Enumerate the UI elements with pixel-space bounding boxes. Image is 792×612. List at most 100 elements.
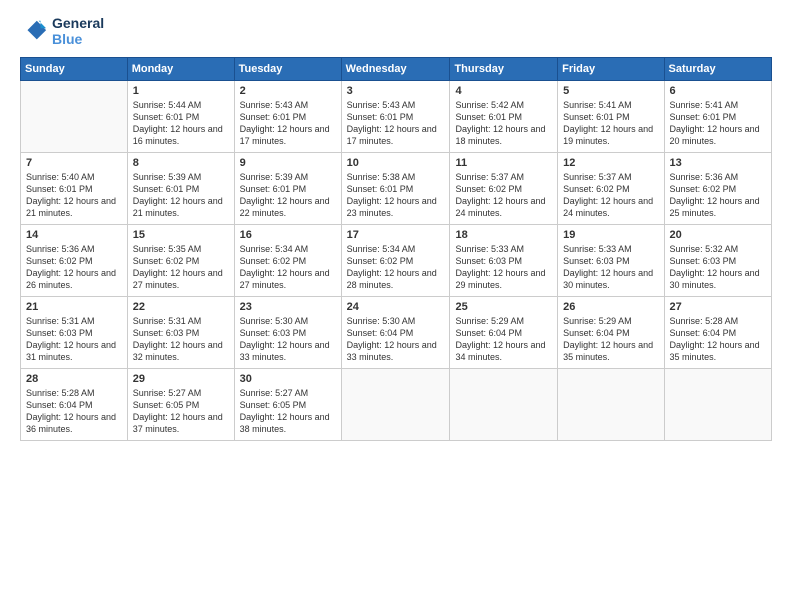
day-info: Sunrise: 5:33 AM Sunset: 6:03 PM Dayligh… xyxy=(563,243,658,292)
logo: General Blue xyxy=(20,15,104,47)
day-number: 8 xyxy=(133,157,229,169)
calendar-cell: 24 Sunrise: 5:30 AM Sunset: 6:04 PM Dayli… xyxy=(341,297,450,369)
calendar-cell: 23 Sunrise: 5:30 AM Sunset: 6:03 PM Dayli… xyxy=(234,297,341,369)
day-number: 15 xyxy=(133,229,229,241)
day-number: 9 xyxy=(240,157,336,169)
day-number: 17 xyxy=(347,229,445,241)
day-info: Sunrise: 5:29 AM Sunset: 6:04 PM Dayligh… xyxy=(563,315,658,364)
calendar-cell: 11 Sunrise: 5:37 AM Sunset: 6:02 PM Dayli… xyxy=(450,153,558,225)
day-number: 27 xyxy=(670,301,766,313)
day-number: 2 xyxy=(240,85,336,97)
day-number: 30 xyxy=(240,373,336,385)
day-number: 24 xyxy=(347,301,445,313)
calendar-cell: 8 Sunrise: 5:39 AM Sunset: 6:01 PM Daylig… xyxy=(127,153,234,225)
logo-icon xyxy=(20,17,48,45)
day-number: 26 xyxy=(563,301,658,313)
calendar-cell: 17Sunrise: 5:34 AM Sunset: 6:02 PM Dayli… xyxy=(341,225,450,297)
page: General Blue SundayMondayTuesdayWednesda… xyxy=(0,0,792,612)
calendar-cell: 4 Sunrise: 5:42 AM Sunset: 6:01 PM Daylig… xyxy=(450,81,558,153)
day-info: Sunrise: 5:41 AM Sunset: 6:01 PM Dayligh… xyxy=(563,99,658,148)
day-info: Sunrise: 5:42 AM Sunset: 6:01 PM Dayligh… xyxy=(455,99,552,148)
weekday-header: Saturday xyxy=(664,58,771,81)
calendar-cell: 3 Sunrise: 5:43 AM Sunset: 6:01 PM Daylig… xyxy=(341,81,450,153)
calendar-cell: 12Sunrise: 5:37 AM Sunset: 6:02 PM Dayli… xyxy=(558,153,664,225)
day-number: 3 xyxy=(347,85,445,97)
day-info: Sunrise: 5:35 AM Sunset: 6:02 PM Dayligh… xyxy=(133,243,229,292)
day-info: Sunrise: 5:38 AM Sunset: 6:01 PM Dayligh… xyxy=(347,171,445,220)
calendar-week-row: 1 Sunrise: 5:44 AM Sunset: 6:01 PM Daylig… xyxy=(21,81,772,153)
day-number: 11 xyxy=(455,157,552,169)
day-number: 25 xyxy=(455,301,552,313)
day-number: 1 xyxy=(133,85,229,97)
day-number: 19 xyxy=(563,229,658,241)
calendar-week-row: 28 Sunrise: 5:28 AM Sunset: 6:04 PM Dayli… xyxy=(21,369,772,441)
calendar-table: SundayMondayTuesdayWednesdayThursdayFrid… xyxy=(20,57,772,441)
calendar-cell: 13 Sunrise: 5:36 AM Sunset: 6:02 PM Dayli… xyxy=(664,153,771,225)
calendar-week-row: 14 Sunrise: 5:36 AM Sunset: 6:02 PM Dayli… xyxy=(21,225,772,297)
calendar-cell: 29 Sunrise: 5:27 AM Sunset: 6:05 PM Dayli… xyxy=(127,369,234,441)
day-info: Sunrise: 5:28 AM Sunset: 6:04 PM Dayligh… xyxy=(26,387,122,436)
calendar-cell: 9 Sunrise: 5:39 AM Sunset: 6:01 PM Daylig… xyxy=(234,153,341,225)
day-info: Sunrise: 5:30 AM Sunset: 6:04 PM Dayligh… xyxy=(347,315,445,364)
day-info: Sunrise: 5:43 AM Sunset: 6:01 PM Dayligh… xyxy=(347,99,445,148)
day-info: Sunrise: 5:31 AM Sunset: 6:03 PM Dayligh… xyxy=(26,315,122,364)
calendar-cell: 28 Sunrise: 5:28 AM Sunset: 6:04 PM Dayli… xyxy=(21,369,128,441)
day-number: 14 xyxy=(26,229,122,241)
calendar-cell: 30 Sunrise: 5:27 AM Sunset: 6:05 PM Dayli… xyxy=(234,369,341,441)
day-info: Sunrise: 5:39 AM Sunset: 6:01 PM Dayligh… xyxy=(240,171,336,220)
weekday-header: Monday xyxy=(127,58,234,81)
calendar-cell: 1 Sunrise: 5:44 AM Sunset: 6:01 PM Daylig… xyxy=(127,81,234,153)
day-number: 28 xyxy=(26,373,122,385)
calendar-cell: 7 Sunrise: 5:40 AM Sunset: 6:01 PM Daylig… xyxy=(21,153,128,225)
day-info: Sunrise: 5:37 AM Sunset: 6:02 PM Dayligh… xyxy=(563,171,658,220)
day-info: Sunrise: 5:31 AM Sunset: 6:03 PM Dayligh… xyxy=(133,315,229,364)
calendar-cell: 22Sunrise: 5:31 AM Sunset: 6:03 PM Dayli… xyxy=(127,297,234,369)
calendar-cell: 10Sunrise: 5:38 AM Sunset: 6:01 PM Dayli… xyxy=(341,153,450,225)
day-info: Sunrise: 5:29 AM Sunset: 6:04 PM Dayligh… xyxy=(455,315,552,364)
day-info: Sunrise: 5:27 AM Sunset: 6:05 PM Dayligh… xyxy=(240,387,336,436)
calendar-cell xyxy=(21,81,128,153)
calendar-cell: 21 Sunrise: 5:31 AM Sunset: 6:03 PM Dayli… xyxy=(21,297,128,369)
day-info: Sunrise: 5:37 AM Sunset: 6:02 PM Dayligh… xyxy=(455,171,552,220)
logo-text: General Blue xyxy=(52,15,104,47)
weekday-header: Friday xyxy=(558,58,664,81)
header: General Blue xyxy=(20,15,772,47)
day-number: 29 xyxy=(133,373,229,385)
day-number: 21 xyxy=(26,301,122,313)
day-info: Sunrise: 5:36 AM Sunset: 6:02 PM Dayligh… xyxy=(670,171,766,220)
day-number: 4 xyxy=(455,85,552,97)
calendar-cell xyxy=(558,369,664,441)
weekday-header: Tuesday xyxy=(234,58,341,81)
calendar-cell: 20 Sunrise: 5:32 AM Sunset: 6:03 PM Dayli… xyxy=(664,225,771,297)
calendar-cell: 16Sunrise: 5:34 AM Sunset: 6:02 PM Dayli… xyxy=(234,225,341,297)
calendar-cell: 18Sunrise: 5:33 AM Sunset: 6:03 PM Dayli… xyxy=(450,225,558,297)
day-info: Sunrise: 5:44 AM Sunset: 6:01 PM Dayligh… xyxy=(133,99,229,148)
calendar-cell: 5Sunrise: 5:41 AM Sunset: 6:01 PM Daylig… xyxy=(558,81,664,153)
weekday-header: Thursday xyxy=(450,58,558,81)
day-info: Sunrise: 5:32 AM Sunset: 6:03 PM Dayligh… xyxy=(670,243,766,292)
calendar-cell: 2 Sunrise: 5:43 AM Sunset: 6:01 PM Daylig… xyxy=(234,81,341,153)
calendar-cell: 15 Sunrise: 5:35 AM Sunset: 6:02 PM Dayli… xyxy=(127,225,234,297)
calendar-week-row: 21 Sunrise: 5:31 AM Sunset: 6:03 PM Dayli… xyxy=(21,297,772,369)
calendar-cell: 19 Sunrise: 5:33 AM Sunset: 6:03 PM Dayli… xyxy=(558,225,664,297)
calendar-cell: 14 Sunrise: 5:36 AM Sunset: 6:02 PM Dayli… xyxy=(21,225,128,297)
calendar-week-row: 7 Sunrise: 5:40 AM Sunset: 6:01 PM Daylig… xyxy=(21,153,772,225)
day-number: 13 xyxy=(670,157,766,169)
day-number: 7 xyxy=(26,157,122,169)
calendar-cell: 27 Sunrise: 5:28 AM Sunset: 6:04 PM Dayli… xyxy=(664,297,771,369)
day-info: Sunrise: 5:27 AM Sunset: 6:05 PM Dayligh… xyxy=(133,387,229,436)
day-number: 18 xyxy=(455,229,552,241)
calendar-cell: 6Sunrise: 5:41 AM Sunset: 6:01 PM Daylig… xyxy=(664,81,771,153)
day-info: Sunrise: 5:43 AM Sunset: 6:01 PM Dayligh… xyxy=(240,99,336,148)
day-number: 20 xyxy=(670,229,766,241)
day-info: Sunrise: 5:39 AM Sunset: 6:01 PM Dayligh… xyxy=(133,171,229,220)
weekday-header-row: SundayMondayTuesdayWednesdayThursdayFrid… xyxy=(21,58,772,81)
day-info: Sunrise: 5:40 AM Sunset: 6:01 PM Dayligh… xyxy=(26,171,122,220)
day-number: 23 xyxy=(240,301,336,313)
day-info: Sunrise: 5:36 AM Sunset: 6:02 PM Dayligh… xyxy=(26,243,122,292)
calendar-cell: 25 Sunrise: 5:29 AM Sunset: 6:04 PM Dayli… xyxy=(450,297,558,369)
day-info: Sunrise: 5:28 AM Sunset: 6:04 PM Dayligh… xyxy=(670,315,766,364)
weekday-header: Wednesday xyxy=(341,58,450,81)
day-info: Sunrise: 5:30 AM Sunset: 6:03 PM Dayligh… xyxy=(240,315,336,364)
calendar-cell xyxy=(341,369,450,441)
